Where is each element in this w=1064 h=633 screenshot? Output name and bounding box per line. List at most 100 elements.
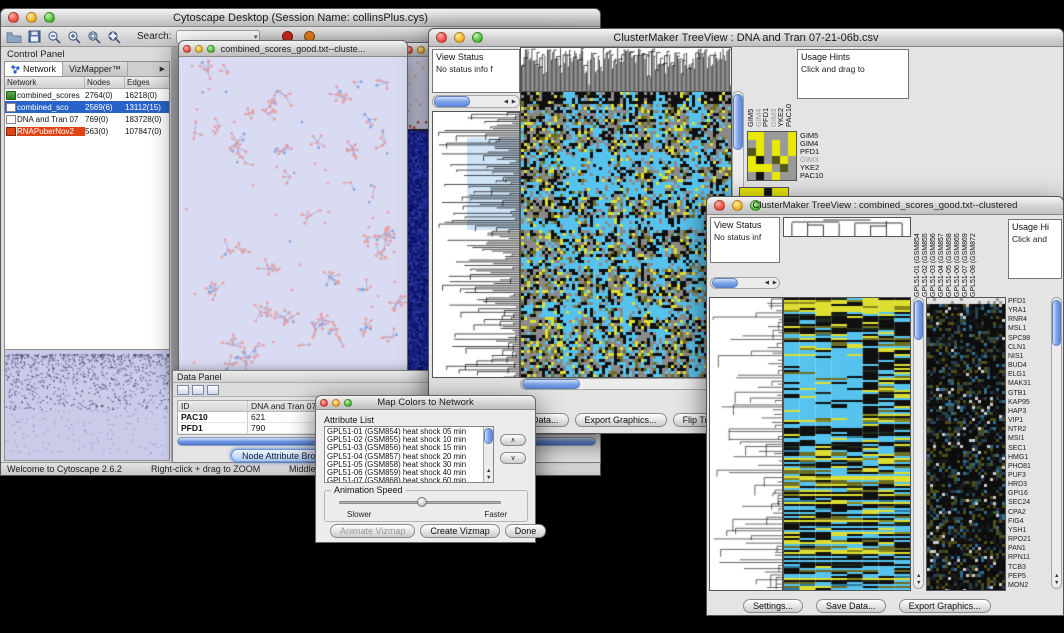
close-icon[interactable]	[714, 200, 725, 211]
gene-label[interactable]: PFD1	[1008, 297, 1050, 306]
column-label[interactable]: GPL51-07 (GSM869	[962, 217, 970, 297]
scrollbar-thumb[interactable]	[914, 300, 923, 340]
gene-label[interactable]: NTR2	[1008, 425, 1050, 434]
scroll-down-icon[interactable]: ▼	[1054, 581, 1059, 587]
column-label[interactable]: GPL51-03 (GSM856	[930, 217, 938, 297]
close-icon[interactable]	[436, 32, 447, 43]
network-window-titlebar[interactable]: combined_scores_good.txt--cluste...	[179, 41, 407, 57]
column-label[interactable]: PAC10	[785, 47, 793, 127]
scroll-up-icon[interactable]: ▲	[486, 469, 491, 475]
attribute-item[interactable]: GPL51-07 (GSM868) heat shock 60 min	[325, 477, 483, 483]
tv2-status-hscrollbar[interactable]: ◀ ▶	[710, 277, 780, 289]
gene-label[interactable]: CLN1	[1008, 343, 1050, 352]
attribute-item[interactable]: GPL51-04 (GSM857) heat shock 20 min	[325, 453, 483, 461]
gene-label[interactable]: RPO21	[1008, 535, 1050, 544]
gene-label[interactable]: MAK31	[1008, 379, 1050, 388]
gene-label[interactable]: SPC98	[1008, 334, 1050, 343]
scrollbar-thumb[interactable]	[522, 379, 580, 389]
close-icon[interactable]	[183, 45, 191, 53]
scroll-down-icon[interactable]: ▼	[486, 476, 491, 482]
tv2-summary-heatmap[interactable]	[926, 297, 1006, 591]
create-vizmap-button[interactable]: Create Vizmap	[420, 524, 499, 538]
save-session-icon[interactable]	[25, 29, 43, 45]
tv1-column-dendrogram[interactable]	[520, 47, 732, 93]
tv2-titlebar[interactable]: ClusterMaker TreeView : combined_scores_…	[707, 197, 1063, 215]
tab-overflow-button[interactable]: ▶	[156, 62, 169, 76]
network-row[interactable]: RNAPuberNov2563(0)107847(0)	[5, 125, 169, 137]
zoom-selected-icon[interactable]	[85, 29, 103, 45]
move-up-button[interactable]: ∧	[500, 434, 526, 446]
gene-label[interactable]: CPA2	[1008, 508, 1050, 517]
tv1-hscrollbar[interactable]: ◀ ▶	[520, 378, 732, 390]
tab-vizmapper[interactable]: VizMapper™	[63, 62, 128, 76]
tv2-vscrollbar[interactable]: ▲ ▼	[913, 297, 924, 589]
animation-speed-slider[interactable]	[339, 497, 501, 508]
scrollbar-thumb[interactable]	[434, 96, 470, 107]
attribute-create-icon[interactable]	[207, 385, 219, 395]
tv1-zoom-heatmap[interactable]	[747, 131, 797, 181]
move-down-button[interactable]: ∨	[500, 452, 526, 464]
dialog-titlebar[interactable]: Map Colors to Network	[316, 396, 535, 410]
scroll-left-icon[interactable]: ◀	[504, 100, 508, 106]
zoom-fit-icon[interactable]	[105, 29, 123, 45]
open-session-icon[interactable]	[5, 29, 23, 45]
gene-label[interactable]: TCB3	[1008, 563, 1050, 572]
gene-label[interactable]: PAC10	[800, 172, 823, 180]
gene-label[interactable]: KAP95	[1008, 398, 1050, 407]
gene-label[interactable]: MON2	[1008, 581, 1050, 590]
column-network[interactable]: Network	[5, 77, 85, 88]
gene-label[interactable]: YSH1	[1008, 526, 1050, 535]
slider-knob[interactable]	[417, 497, 427, 507]
gene-label[interactable]: MSL1	[1008, 324, 1050, 333]
gene-label[interactable]: BUD4	[1008, 361, 1050, 370]
tv1-row-dendrogram[interactable]	[432, 111, 520, 378]
attribute-item[interactable]: GPL51-02 (GSM855) heat shock 10 min	[325, 436, 483, 444]
gene-label[interactable]: SEC1	[1008, 444, 1050, 453]
minimize-icon[interactable]	[332, 399, 340, 407]
minimize-icon[interactable]	[195, 45, 203, 53]
network-view-canvas[interactable]	[179, 57, 407, 372]
close-icon[interactable]	[8, 12, 19, 23]
tv1-titlebar[interactable]: ClusterMaker TreeView : DNA and Tran 07-…	[429, 29, 1063, 47]
zoom-out-icon[interactable]	[45, 29, 63, 45]
close-icon[interactable]	[320, 399, 328, 407]
minimize-icon[interactable]	[417, 46, 425, 54]
scrollbar-thumb[interactable]	[712, 278, 738, 288]
column-label[interactable]: GPL51-04 (GSM857	[938, 217, 946, 297]
gene-label[interactable]: GTB1	[1008, 389, 1050, 398]
tv1-status-hscrollbar[interactable]: ◀ ▶	[432, 95, 520, 108]
gene-label[interactable]: HAP3	[1008, 407, 1050, 416]
network-row[interactable]: combined_sco2569(6)13112(15)	[5, 101, 169, 113]
zoom-in-icon[interactable]	[65, 29, 83, 45]
attribute-table-icon[interactable]	[177, 385, 189, 395]
column-label[interactable]: GPL51-08 (GSM872	[970, 217, 978, 297]
column-label[interactable]: GPL51-02 (GSM855	[922, 217, 930, 297]
column-label[interactable]: GPL51-05 (GSM858	[946, 217, 954, 297]
birdseye-view[interactable]	[5, 349, 169, 460]
gene-label[interactable]: PEP5	[1008, 572, 1050, 581]
gene-label[interactable]: RPN11	[1008, 553, 1050, 562]
attribute-item[interactable]: GPL51-03 (GSM856) heat shock 15 min	[325, 444, 483, 452]
scrollbar-thumb[interactable]	[484, 428, 493, 444]
column-edges[interactable]: Edges	[125, 77, 169, 88]
tv2-row-dendrogram[interactable]	[709, 297, 783, 591]
attribute-item[interactable]: GPL51-05 (GSM858) heat shock 30 min	[325, 461, 483, 469]
attribute-item[interactable]: GPL51-06 (GSM859) heat shock 40 min	[325, 469, 483, 477]
network-row[interactable]: DNA and Tran 07769(0)183728(0)	[5, 113, 169, 125]
scroll-down-icon[interactable]: ▼	[916, 581, 921, 587]
scroll-right-icon[interactable]: ▶	[773, 281, 777, 287]
scroll-up-icon[interactable]: ▲	[916, 574, 921, 580]
tab-network[interactable]: Network	[5, 62, 63, 76]
gene-label[interactable]: NIS1	[1008, 352, 1050, 361]
scrollbar-thumb[interactable]	[733, 94, 743, 150]
tv2-column-dendrogram[interactable]	[783, 217, 911, 237]
gene-label[interactable]: ELG1	[1008, 370, 1050, 379]
column-label[interactable]: GPL51-01 (GSM854	[914, 217, 922, 297]
main-titlebar[interactable]: Cytoscape Desktop (Session Name: collins…	[1, 9, 600, 27]
attribute-select-icon[interactable]	[192, 385, 204, 395]
gene-label[interactable]: VIP1	[1008, 416, 1050, 425]
settings-button[interactable]: Settings...	[743, 599, 803, 613]
gene-label[interactable]: HMG1	[1008, 453, 1050, 462]
scroll-left-icon[interactable]: ◀	[765, 281, 769, 287]
export-graphics-button[interactable]: Export Graphics...	[575, 413, 667, 427]
